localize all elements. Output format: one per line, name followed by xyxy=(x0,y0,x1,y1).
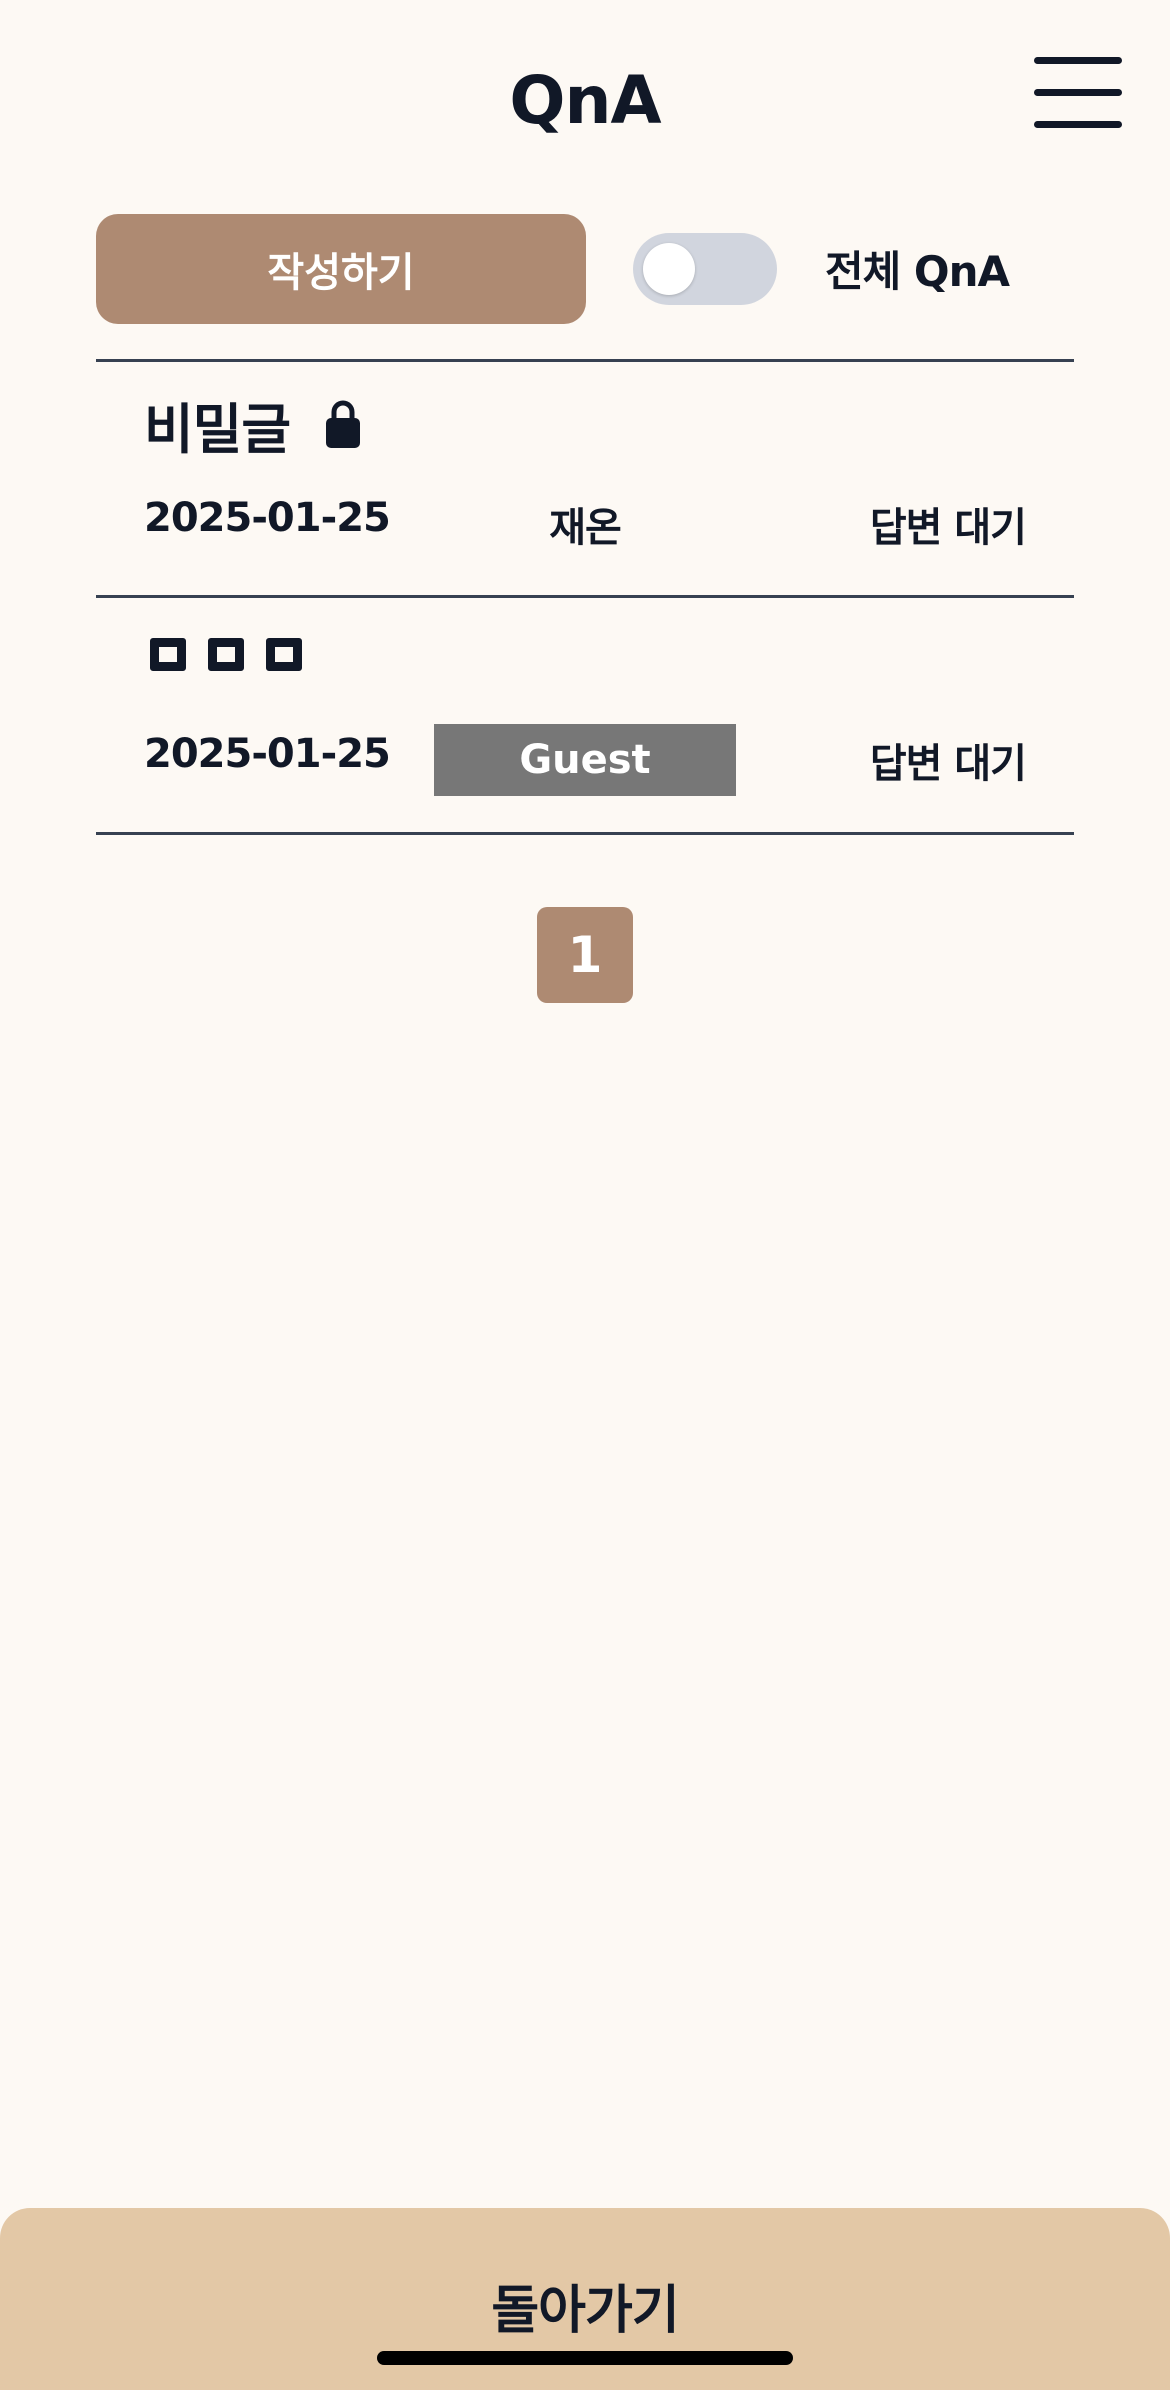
divider xyxy=(96,832,1074,835)
back-button[interactable]: 돌아가기 xyxy=(0,2268,1170,2343)
pagination-page-1[interactable]: 1 xyxy=(537,907,633,1003)
bottom-bar: 돌아가기 xyxy=(0,2208,1170,2390)
post-status: 답변 대기 xyxy=(869,741,1027,787)
guest-author-badge: Guest xyxy=(434,724,736,796)
post-date: 2025-01-25 xyxy=(144,731,391,777)
post-author: 재온 xyxy=(549,505,622,551)
post-date: 2025-01-25 xyxy=(144,495,391,541)
all-qna-label: 전체 QnA xyxy=(825,247,1010,296)
all-qna-toggle[interactable] xyxy=(633,233,777,305)
placeholder-glyph xyxy=(208,638,244,671)
menu-line xyxy=(1034,57,1122,64)
divider xyxy=(96,359,1074,362)
lock-icon xyxy=(326,400,360,448)
menu-line xyxy=(1034,89,1122,96)
post-status: 답변 대기 xyxy=(869,505,1027,551)
placeholder-glyph xyxy=(150,638,186,671)
hamburger-menu-icon[interactable] xyxy=(1030,52,1126,132)
page-title: QnA xyxy=(509,62,661,139)
qna-page: QnA 작성하기 전체 QnA 비밀글 2025-01-25 재온 답변 대기 … xyxy=(0,0,1170,2390)
post-title[interactable]: 비밀글 xyxy=(144,385,291,464)
divider xyxy=(96,595,1074,598)
write-button[interactable]: 작성하기 xyxy=(96,214,586,324)
home-indicator xyxy=(377,2351,793,2365)
menu-line xyxy=(1034,121,1122,128)
placeholder-glyph xyxy=(266,638,302,671)
toggle-knob xyxy=(643,243,695,295)
post-title[interactable] xyxy=(150,638,302,671)
